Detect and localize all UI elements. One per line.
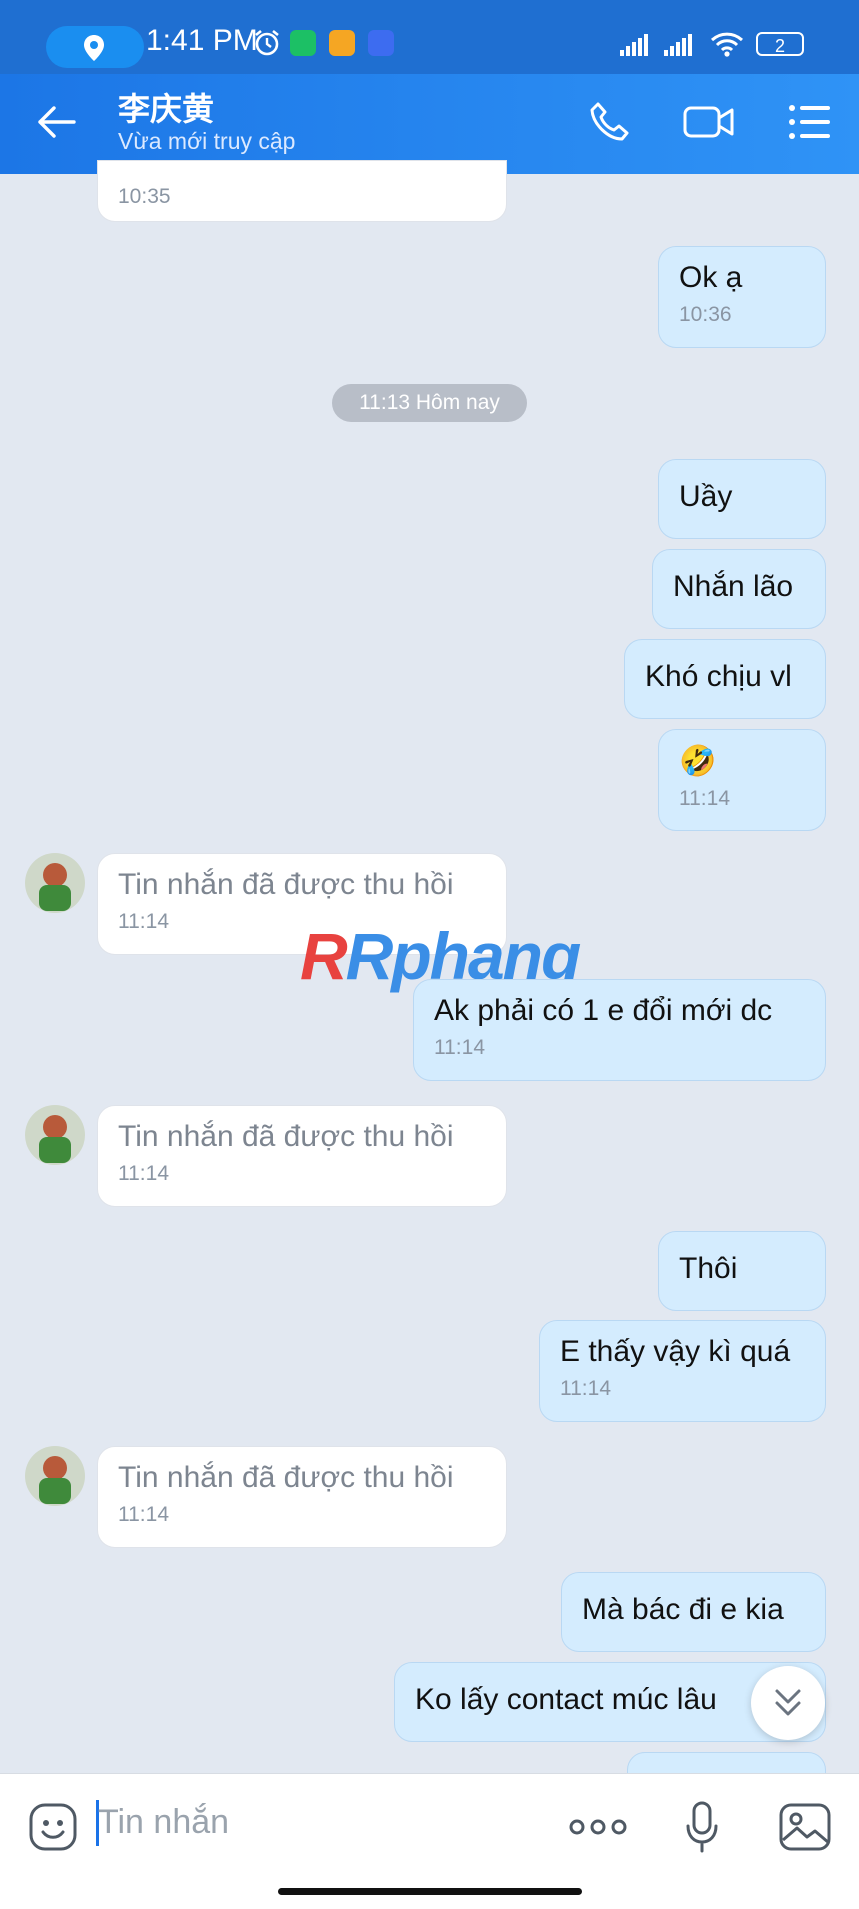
list-menu-icon[interactable] [788,100,832,149]
scroll-to-bottom-button[interactable] [751,1666,825,1740]
message-text: Ak phải có 1 e đổi mới dc [434,994,773,1027]
message-input[interactable]: Tin nhắn [98,1803,229,1842]
back-arrow-icon[interactable] [36,104,76,145]
phone-icon[interactable] [588,100,632,149]
wifi-icon [710,30,744,63]
signal-icon [620,30,708,63]
video-camera-icon[interactable] [682,100,736,149]
image-icon[interactable] [778,1800,832,1859]
message-text: Nhắn lão [673,570,794,603]
recalled-message-text: Tin nhắn đã được thu hồi [118,1120,454,1153]
recalled-message-text: Tin nhắn đã được thu hồi [118,868,454,901]
date-separator: 11:13 Hôm nay [332,384,527,422]
message-text: Mà bác đi e kia [582,1593,784,1626]
message-text: Khó chịu vl [645,660,792,693]
microphone-icon[interactable] [685,1800,719,1859]
recalled-message-text: Tin nhắn đã được thu hồi [118,1461,454,1494]
message-bubble-outgoing[interactable]: Khó chịu vl [624,639,826,719]
message-bubble-outgoing[interactable]: E thấy vậy kì quá 11:14 [539,1320,826,1422]
message-time: 11:14 [118,1503,169,1526]
message-text: Ok ạ [679,261,743,294]
emoji-icon[interactable] [28,1802,78,1857]
message-text: Ko lấy contact múc lâu [415,1683,717,1716]
avatar[interactable] [25,1105,85,1165]
avatar[interactable] [25,1446,85,1506]
message-time: 11:14 [560,1377,611,1400]
message-text: Uầy [679,480,733,513]
message-bubble-outgoing[interactable]: Ok ạ 10:36 [658,246,826,348]
message-bubble-outgoing[interactable]: Thôi [658,1231,826,1311]
message-time: 11:14 [118,1162,169,1185]
message-time: 10:36 [679,303,732,326]
message-bubble-outgoing[interactable]: Mà bác đi e kia [561,1572,826,1652]
battery-level: 2 [774,36,785,56]
message-bubble-incoming[interactable]: Tin nhắn đã được thu hồi 11:14 [97,1446,507,1548]
message-bubble-incoming[interactable]: Tin nhắn đã được thu hồi 11:14 [97,1105,507,1207]
home-indicator [278,1888,582,1895]
location-pill [46,26,144,68]
message-text: E thấy vậy kì quá [560,1335,791,1368]
message-time: 10:35 [118,185,171,208]
notes-app-icon [329,30,355,56]
message-emoji: 🤣 [679,745,717,778]
hand-app-icon [368,30,394,56]
location-pin-icon [84,35,104,61]
message-bubble-outgoing[interactable]: 🤣 11:14 [658,729,826,831]
chevron-double-down-icon [775,1689,801,1716]
message-bubble-outgoing[interactable]: Uầy [658,459,826,539]
contact-name[interactable]: 李庆黄 [118,84,214,130]
status-time: 1:41 PM [146,24,258,57]
message-bubble-outgoing[interactable]: Ak phải có 1 e đổi mới dc 11:14 [413,979,826,1081]
message-text: Thôi [679,1252,738,1285]
message-bubble-outgoing[interactable]: Nhắn lão [652,549,826,629]
alarm-icon [252,28,282,63]
avatar[interactable] [25,853,85,913]
shield-app-icon [290,30,316,56]
battery-indicator: 2 [756,32,804,56]
more-dots-icon[interactable] [568,1812,628,1847]
message-time: 11:14 [434,1036,485,1059]
message-time: 11:14 [679,787,730,810]
last-seen-status: Vừa mới truy cập [118,128,296,154]
message-bubble-incoming[interactable]: 10:35 [97,160,507,222]
